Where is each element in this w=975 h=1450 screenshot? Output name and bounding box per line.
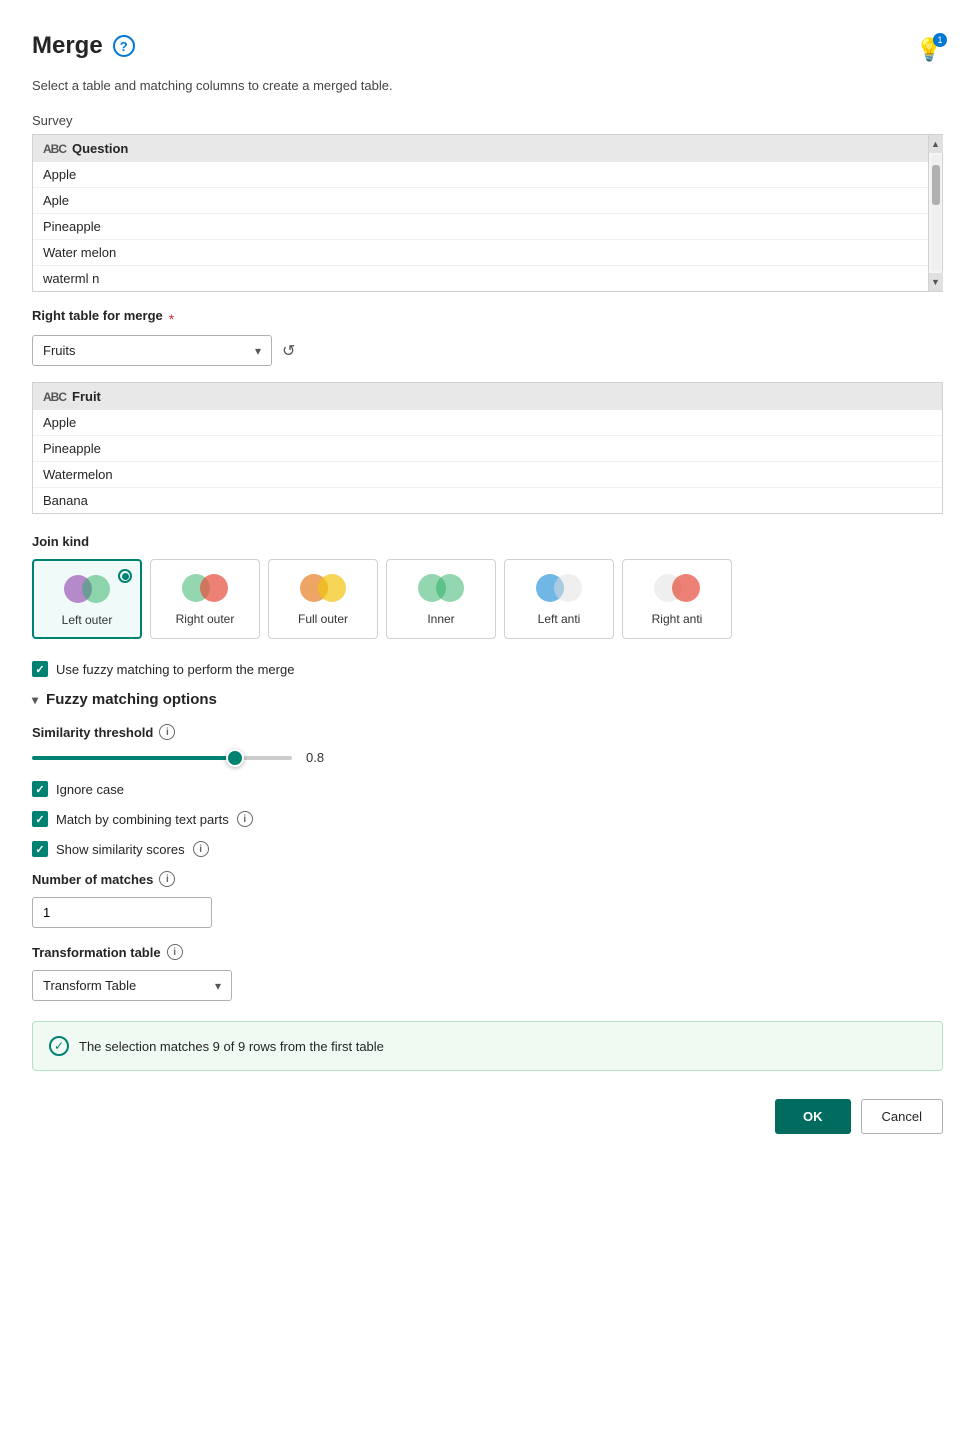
table-row[interactable]: Apple: [33, 410, 942, 436]
table-row[interactable]: Banana: [33, 488, 942, 513]
venn-inner: [414, 570, 468, 606]
transform-table-dropdown[interactable]: Transform Table ▾: [32, 970, 232, 1001]
join-label-left-outer: Left outer: [62, 613, 113, 627]
table-row[interactable]: Pineapple: [33, 214, 942, 240]
left-table: ABC Question Apple Aple Pineapple Water …: [32, 134, 943, 292]
transform-table-info-icon[interactable]: i: [167, 944, 183, 960]
right-table-dropdown[interactable]: Fruits ▾: [32, 335, 272, 366]
transform-dropdown-arrow-icon: ▾: [215, 979, 221, 993]
show-similarity-label: Show similarity scores: [56, 842, 185, 857]
scroll-thumb[interactable]: [932, 165, 940, 205]
bulb-badge: 1: [933, 33, 947, 47]
page-title: Merge: [32, 32, 103, 60]
show-similarity-row[interactable]: Show similarity scores i: [32, 841, 943, 857]
page-subtitle: Select a table and matching columns to c…: [32, 78, 943, 93]
ignore-case-label: Ignore case: [56, 782, 124, 797]
help-icon[interactable]: ?: [113, 35, 135, 57]
required-marker: *: [169, 311, 174, 327]
right-table-body: Apple Pineapple Watermelon Banana: [33, 410, 942, 513]
ok-button[interactable]: OK: [775, 1099, 851, 1134]
fuzzy-checkbox-label: Use fuzzy matching to perform the merge: [56, 662, 294, 677]
table-row[interactable]: Apple: [33, 162, 942, 188]
table-row[interactable]: Watermelon: [33, 462, 942, 488]
collapse-arrow-icon[interactable]: ▾: [32, 693, 38, 707]
fuzzy-checkbox[interactable]: [32, 661, 48, 677]
num-matches-info-icon[interactable]: i: [159, 871, 175, 887]
similarity-info-icon[interactable]: i: [159, 724, 175, 740]
success-message: The selection matches 9 of 9 rows from t…: [79, 1039, 384, 1054]
success-icon: ✓: [49, 1036, 69, 1056]
fuzzy-section-title: Fuzzy matching options: [46, 691, 217, 708]
table-row[interactable]: Aple: [33, 188, 942, 214]
join-option-right-anti[interactable]: Right anti: [622, 559, 732, 639]
transform-table-label: Transformation table i: [32, 944, 943, 960]
match-combining-row[interactable]: Match by combining text parts i: [32, 811, 943, 827]
ignore-case-row[interactable]: Ignore case: [32, 781, 943, 797]
scroll-track: [931, 155, 941, 271]
right-col-icon: ABC: [43, 390, 66, 404]
left-table-body: Apple Aple Pineapple Water melon waterml…: [33, 162, 942, 291]
scroll-up-btn[interactable]: ▲: [929, 135, 943, 153]
match-combining-info-icon[interactable]: i: [237, 811, 253, 827]
match-combining-checkbox[interactable]: [32, 811, 48, 827]
footer-buttons: OK Cancel: [32, 1099, 943, 1134]
transform-table-selected: Transform Table: [43, 978, 136, 993]
right-table: ABC Fruit Apple Pineapple Watermelon Ban…: [32, 382, 943, 514]
join-option-inner[interactable]: Inner: [386, 559, 496, 639]
similarity-threshold-label: Similarity threshold i: [32, 724, 943, 740]
join-label-inner: Inner: [427, 612, 454, 626]
left-col-name: Question: [72, 141, 128, 156]
join-option-right-outer[interactable]: Right outer: [150, 559, 260, 639]
join-options: Left outer Right outer Full outer Inner …: [32, 559, 943, 639]
refresh-icon[interactable]: ↺: [282, 341, 295, 361]
right-table-header: ABC Fruit: [33, 383, 942, 410]
fuzzy-checkbox-row[interactable]: Use fuzzy matching to perform the merge: [32, 661, 943, 677]
right-table-label: Right table for merge: [32, 308, 163, 323]
scroll-down-btn[interactable]: ▼: [929, 273, 943, 291]
join-option-left-anti[interactable]: Left anti: [504, 559, 614, 639]
table-row[interactable]: waterml n: [33, 266, 942, 291]
match-combining-label: Match by combining text parts: [56, 812, 229, 827]
left-table-label: Survey: [32, 113, 943, 128]
venn-left-anti: [532, 570, 586, 606]
table-row[interactable]: Water melon: [33, 240, 942, 266]
right-table-selected: Fruits: [43, 343, 76, 358]
fuzzy-section-header: ▾ Fuzzy matching options: [32, 691, 943, 708]
show-similarity-checkbox[interactable]: [32, 841, 48, 857]
left-table-scrollbar[interactable]: ▲ ▼: [928, 135, 942, 291]
venn-full-outer: [296, 570, 350, 606]
left-table-header: ABC Question: [33, 135, 942, 162]
dropdown-arrow-icon: ▾: [255, 344, 261, 358]
slider-row: 0.8: [32, 750, 943, 765]
venn-right-outer: [178, 570, 232, 606]
right-col-name: Fruit: [72, 389, 101, 404]
cancel-button[interactable]: Cancel: [861, 1099, 943, 1134]
join-option-left-outer[interactable]: Left outer: [32, 559, 142, 639]
ignore-case-checkbox[interactable]: [32, 781, 48, 797]
similarity-slider-track[interactable]: [32, 756, 292, 760]
join-label-left-anti: Left anti: [538, 612, 581, 626]
join-kind-label: Join kind: [32, 534, 943, 549]
num-matches-label: Number of matches i: [32, 871, 943, 887]
table-row[interactable]: Pineapple: [33, 436, 942, 462]
show-similarity-info-icon[interactable]: i: [193, 841, 209, 857]
right-table-dropdown-row: Fruits ▾ ↺: [32, 335, 943, 366]
radio-dot-left-outer: [118, 569, 132, 583]
join-label-full-outer: Full outer: [298, 612, 348, 626]
join-label-right-anti: Right anti: [652, 612, 703, 626]
similarity-slider-value: 0.8: [306, 750, 324, 765]
venn-left-outer: [60, 571, 114, 607]
left-col-icon: ABC: [43, 142, 66, 156]
similarity-slider-thumb[interactable]: [226, 749, 244, 767]
num-matches-input[interactable]: [32, 897, 212, 928]
join-option-full-outer[interactable]: Full outer: [268, 559, 378, 639]
success-banner: ✓ The selection matches 9 of 9 rows from…: [32, 1021, 943, 1071]
join-label-right-outer: Right outer: [176, 612, 235, 626]
venn-right-anti: [650, 570, 704, 606]
